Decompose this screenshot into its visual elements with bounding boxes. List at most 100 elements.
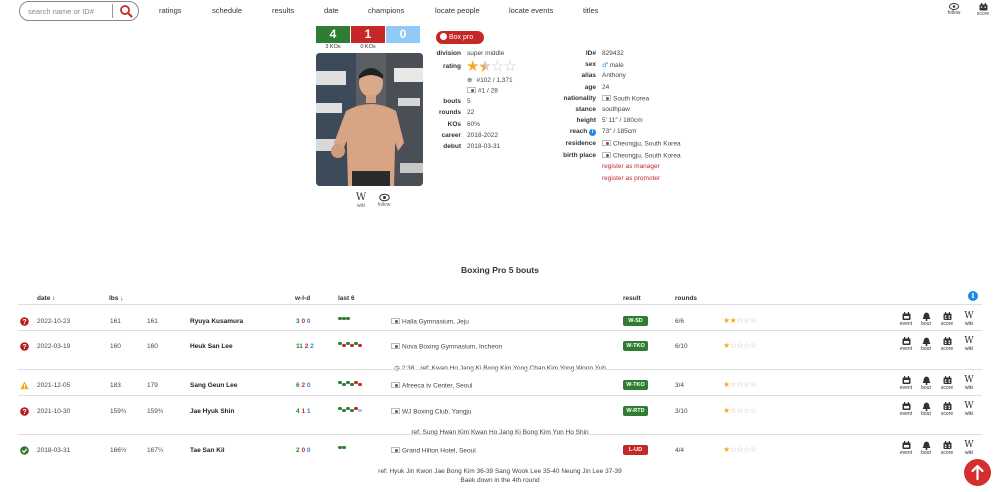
info-icon[interactable]: i: [589, 129, 596, 136]
last-six-results: [338, 315, 350, 322]
action-label: bout: [921, 346, 931, 352]
action-label: score: [940, 450, 954, 456]
bout-action[interactable]: bout: [917, 402, 935, 417]
nationality-value[interactable]: South Korea: [602, 95, 649, 103]
score-action[interactable]: score: [938, 441, 956, 456]
reach-label: reach i: [546, 128, 596, 136]
rating-label: rating: [442, 63, 461, 70]
search-input[interactable]: [28, 5, 110, 17]
nav-date[interactable]: date: [324, 6, 339, 15]
wiki-action[interactable]: Wwiki: [960, 441, 978, 457]
result-dot: [342, 316, 346, 320]
star-empty-icon: ☆: [736, 380, 744, 389]
nav-results[interactable]: results: [272, 6, 294, 15]
record-wins: 11: [296, 343, 303, 350]
stance-label: stance: [575, 106, 596, 113]
bout-date[interactable]: 2022-03-19: [37, 343, 70, 350]
bout-date[interactable]: 2018-03-31: [37, 447, 70, 454]
nav-schedule[interactable]: schedule: [212, 6, 242, 15]
venue[interactable]: Afreeca tv Center, Seoul: [391, 382, 472, 390]
event-action[interactable]: event: [897, 337, 915, 352]
wiki-action[interactable]: Wwiki: [960, 376, 978, 392]
action-label: wiki: [964, 346, 974, 352]
bout-rating-stars: ★☆☆☆☆: [723, 406, 757, 415]
weight-fighter: 183: [110, 382, 121, 389]
nav-locate-events[interactable]: locate events: [509, 6, 553, 15]
search-icon[interactable]: [119, 4, 133, 18]
follow-boxer-button[interactable]: follow: [374, 193, 394, 208]
bout-action[interactable]: bout: [917, 312, 935, 327]
opponent-name[interactable]: Ryuya Kusamura: [190, 318, 243, 325]
score-action[interactable]: score: [938, 376, 956, 391]
birthplace-value[interactable]: Cheongju, South Korea: [602, 152, 681, 160]
opponent-name[interactable]: Jae Hyuk Shin: [190, 408, 234, 415]
wiki-action[interactable]: Wwiki: [960, 312, 978, 328]
record-draws: 2: [310, 343, 314, 350]
register-promoter-link[interactable]: register as promoter: [602, 175, 660, 182]
bout-date[interactable]: 2021-12-05: [37, 382, 70, 389]
venue[interactable]: Grand Hilton Hotel, Seoul: [391, 447, 476, 455]
venue[interactable]: Halla Gymnasium, Jeju: [391, 318, 469, 326]
action-label: score: [940, 411, 954, 417]
header-lbs[interactable]: lbs ↓: [109, 295, 123, 302]
event-action[interactable]: event: [897, 441, 915, 456]
opponent-name[interactable]: Heuk San Lee: [190, 343, 233, 350]
star-empty-icon: ☆: [749, 406, 757, 415]
opponent-name[interactable]: Sang Geun Lee: [190, 382, 237, 389]
bout-date[interactable]: 2022-10-23: [37, 318, 70, 325]
bouts-section-title: Boxing Pro 5 bouts: [461, 265, 539, 275]
referee-judges: ref: Hyuk Jin Kwon Jae Bong Kim 36-39 Sa…: [378, 468, 622, 475]
register-manager-link[interactable]: register as manager: [602, 163, 660, 170]
bout-date[interactable]: 2021-10-30: [37, 408, 70, 415]
event-action[interactable]: event: [897, 312, 915, 327]
result-dot: [346, 406, 350, 410]
wiki-action[interactable]: Wwiki: [960, 336, 978, 353]
score-label: score: [976, 11, 990, 17]
venue[interactable]: Nova Boxing Gymnasium, Incheon: [391, 343, 502, 351]
info-icon[interactable]: i: [968, 291, 978, 301]
opponent-name[interactable]: Tae San Kil: [190, 447, 225, 454]
header-date[interactable]: date ↕: [37, 295, 55, 302]
score-action[interactable]: score: [938, 402, 956, 417]
header-result: result: [623, 295, 641, 302]
event-action[interactable]: event: [897, 402, 915, 417]
bout-action[interactable]: bout: [917, 337, 935, 352]
nav-champions[interactable]: champions: [368, 6, 404, 15]
bout-action[interactable]: bout: [917, 376, 935, 391]
nav-titles[interactable]: titles: [583, 6, 598, 15]
eye-icon: [378, 193, 390, 202]
wiki-link[interactable]: W wiki: [351, 193, 371, 210]
score-action[interactable]: score: [938, 312, 956, 327]
result-dot: [354, 341, 358, 345]
wins-count: 4: [316, 26, 350, 43]
calendar-icon: [902, 312, 910, 320]
nav-locate-people[interactable]: locate people: [435, 6, 480, 15]
korea-flag-icon: [602, 95, 611, 101]
venue-name: Grand Hilton Hotel, Seoul: [402, 447, 476, 455]
residence-value[interactable]: Cheongju, South Korea: [602, 140, 681, 148]
result-dot: [346, 316, 350, 320]
alias-label: alias: [581, 72, 596, 79]
record-draws: 0: [306, 382, 311, 389]
wiki-icon: W: [964, 336, 974, 346]
event-action[interactable]: event: [897, 376, 915, 391]
bout-action[interactable]: bout: [917, 441, 935, 456]
birthplace-label: birth place: [563, 152, 596, 159]
score-action[interactable]: score: [938, 337, 956, 352]
row-divider: [18, 330, 982, 331]
nav-ratings[interactable]: ratings: [159, 6, 182, 15]
action-label: wiki: [964, 321, 974, 327]
venue[interactable]: WJ Boxing Club, Yangju: [391, 408, 472, 416]
scroll-to-top-button[interactable]: [964, 459, 991, 486]
follow-button[interactable]: follow: [942, 3, 966, 21]
result-dot: [350, 382, 354, 386]
globe-icon: ⊕: [467, 76, 473, 84]
scorecard-icon: [943, 441, 951, 449]
score-button[interactable]: score: [971, 3, 995, 21]
result-dot: [350, 408, 354, 412]
stance-value: southpaw: [602, 106, 630, 113]
wiki-action[interactable]: Wwiki: [960, 402, 978, 418]
opponent-record: 3 0 0: [296, 318, 311, 325]
referee-line: ◷2:38ref: Kwan Ho Jang Ki Bong Kim Yong …: [0, 364, 1000, 372]
star-empty-icon: ☆: [736, 316, 744, 325]
